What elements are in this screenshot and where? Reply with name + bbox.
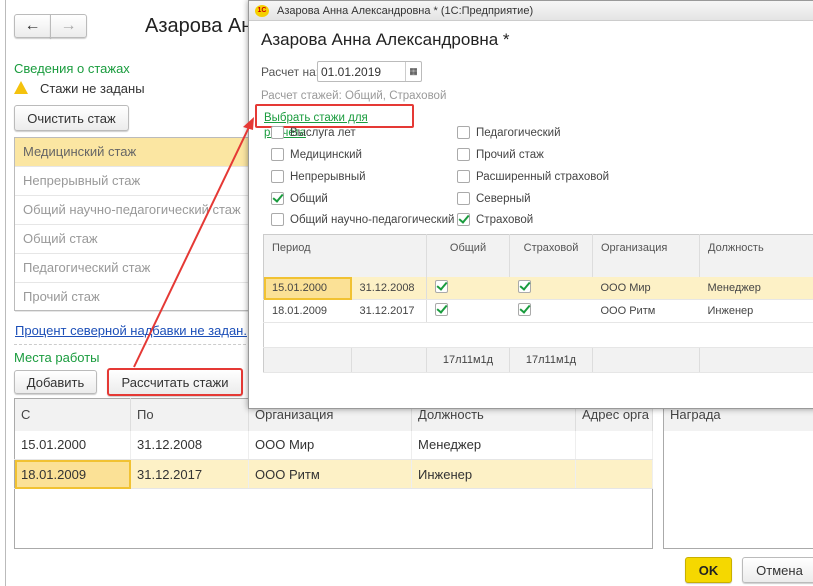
annotation-arrow [133, 117, 254, 368]
arrow-line [133, 124, 251, 368]
arrow-head-icon [243, 117, 254, 130]
